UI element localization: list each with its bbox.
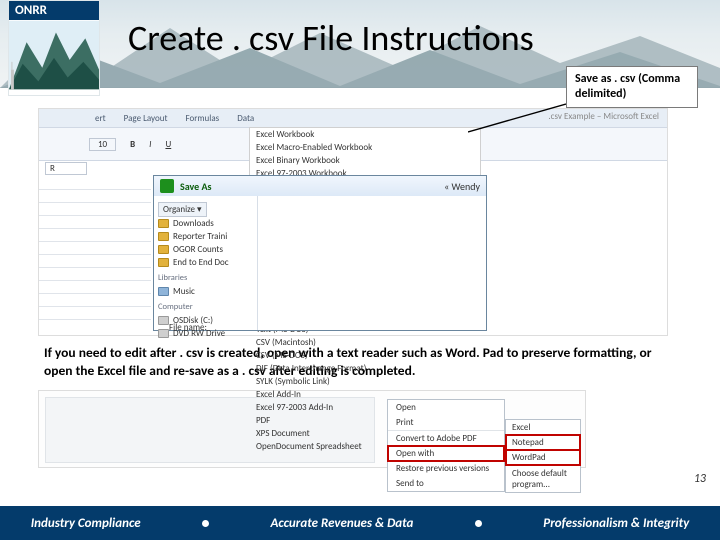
submenu-item-wordpad[interactable]: WordPad <box>506 450 580 465</box>
footer-bar: Industry Compliance Accurate Revenues & … <box>0 506 720 540</box>
sidebar-libraries-header: Libraries <box>158 273 253 283</box>
sidebar-item[interactable]: Downloads <box>173 218 214 229</box>
page-number: 13 <box>694 472 706 486</box>
ribbon-tab: Page Layout <box>124 113 168 124</box>
context-menu-item[interactable]: Send to <box>388 476 504 491</box>
save-icon <box>160 179 174 193</box>
save-as-path: « Wendy <box>444 180 480 193</box>
footer-separator-dot <box>202 520 209 527</box>
excel-gridlines <box>39 177 151 320</box>
sidebar-item[interactable]: End to End Doc <box>173 257 229 268</box>
save-as-dialog: Save As « Wendy Organize ▾ Downloads Rep… <box>153 175 487 331</box>
file-type-option[interactable]: Excel 97-2003 Add-In <box>250 401 480 414</box>
sidebar-item[interactable]: Music <box>173 286 195 297</box>
file-type-option[interactable]: Excel Macro-Enabled Workbook <box>250 141 480 154</box>
callout-box: Save as . csv (Comma delimited) <box>566 66 698 108</box>
organize-button[interactable]: Organize ▾ <box>158 202 207 217</box>
slide-title: Create . csv File Instructions <box>128 16 534 60</box>
submenu-item[interactable]: Choose default program... <box>506 465 580 492</box>
save-as-titlebar: Save As « Wendy <box>154 176 486 196</box>
onrr-logo: ONRR <box>8 0 100 96</box>
folder-icon <box>158 258 169 267</box>
file-type-option[interactable]: Excel Add-In <box>250 388 480 401</box>
footer-center: Accurate Revenues & Data <box>271 516 414 531</box>
file-type-option[interactable]: Excel Workbook <box>250 128 480 141</box>
file-type-option[interactable]: OpenDocument Spreadsheet <box>250 440 480 453</box>
file-type-option[interactable]: Excel Binary Workbook <box>250 154 480 167</box>
onrr-logo-art <box>9 20 99 90</box>
screenshot-excel-saveas: .csv Example – Microsoft Excel ert Page … <box>38 108 668 336</box>
sidebar-item[interactable]: Reporter Traini <box>173 231 227 242</box>
folder-icon <box>158 232 169 241</box>
ribbon-tab: ert <box>95 113 106 124</box>
context-menu-item[interactable]: Restore previous versions <box>388 461 504 476</box>
save-as-title-text: Save As <box>180 180 212 193</box>
footer-left: Industry Compliance <box>31 516 141 531</box>
submenu-item-notepad[interactable]: Notepad <box>506 435 580 450</box>
filename-label: File name: <box>169 322 207 333</box>
folder-icon <box>158 219 169 228</box>
save-as-main-area <box>258 196 486 330</box>
file-type-option[interactable]: XPS Document <box>250 427 480 440</box>
onrr-logo-text: ONRR <box>9 1 99 20</box>
cell-reference: R <box>45 162 87 175</box>
footer-separator-dot <box>475 520 482 527</box>
callout-leader-line <box>468 102 566 134</box>
ribbon-tab: Data <box>237 113 254 124</box>
context-submenu[interactable]: Excel Notepad WordPad Choose default pro… <box>505 419 581 493</box>
callout-text: Save as . csv (Comma delimited) <box>575 72 680 101</box>
file-type-option[interactable]: CSV (MS-DOS) <box>250 349 480 362</box>
library-icon <box>158 287 169 296</box>
save-as-sidebar: Organize ▾ Downloads Reporter Traini OGO… <box>154 196 258 330</box>
file-type-option[interactable]: DIF (Data Interchange Format) <box>250 362 480 375</box>
file-type-option[interactable]: SYLK (Symbolic Link) <box>250 375 480 388</box>
drive-icon <box>158 316 169 325</box>
sidebar-computer-header: Computer <box>158 302 253 312</box>
footer-right: Professionalism & Integrity <box>543 516 689 531</box>
sidebar-item[interactable]: OGOR Counts <box>173 244 223 255</box>
submenu-item[interactable]: Excel <box>506 420 580 435</box>
dvd-icon <box>158 329 169 338</box>
ribbon-tab: Formulas <box>185 113 219 124</box>
file-type-option[interactable]: PDF <box>250 414 480 427</box>
font-size-box: 10 <box>89 138 116 151</box>
file-type-option[interactable]: CSV (Macintosh) <box>250 336 480 349</box>
folder-icon <box>158 245 169 254</box>
